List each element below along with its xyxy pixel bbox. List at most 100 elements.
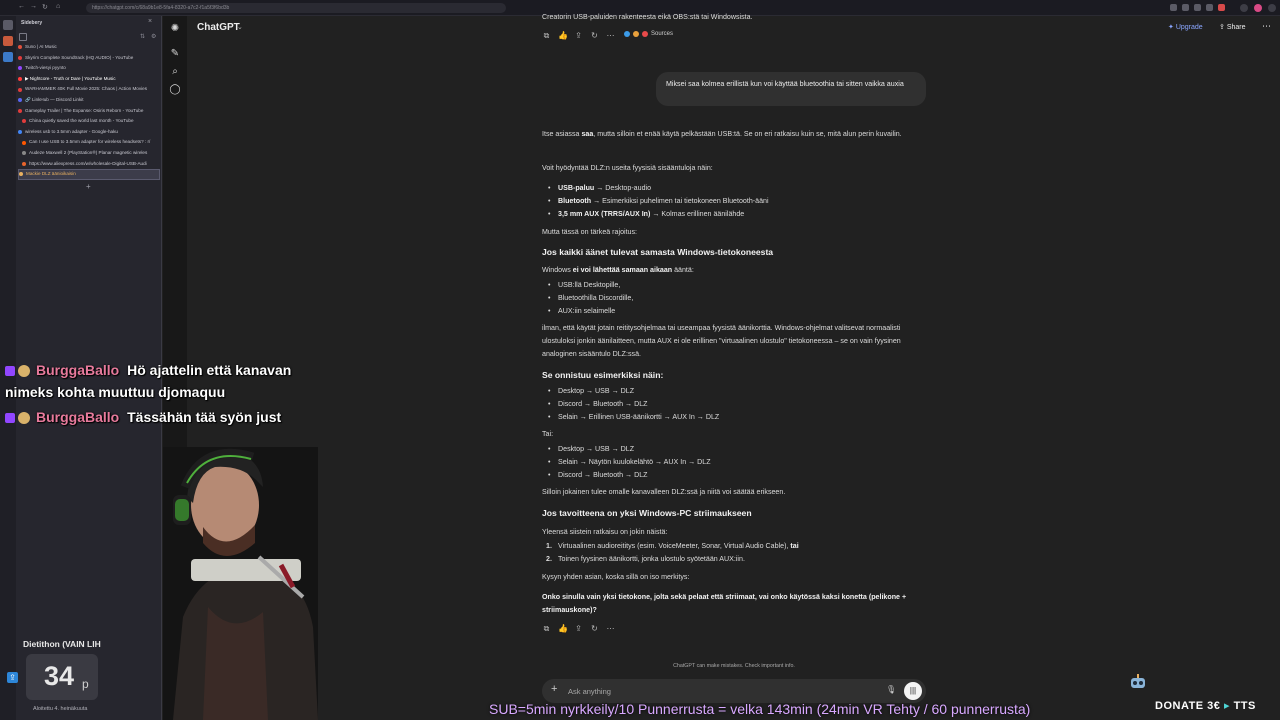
reload-icon[interactable]: ↻	[42, 3, 48, 11]
tab-favicon-icon	[22, 140, 26, 145]
close-icon[interactable]: ×	[148, 18, 152, 25]
tab-label: https://www.aliexpress.com/w/wholesale-D…	[29, 160, 147, 166]
share-badge-icon[interactable]: ⇪	[7, 672, 18, 683]
sidebar-tab[interactable]: wireless usb to 3.5mm adapter - Google-h…	[18, 127, 160, 138]
ask-lead: Kysyn yhden asian, koska sillä on iso me…	[542, 573, 690, 581]
panel-icon[interactable]	[3, 20, 13, 30]
tab-label: China quietly saved the world last month…	[29, 118, 134, 124]
source-favicon-icon	[633, 31, 639, 37]
previous-answer-tail: Creatorin USB-paluiden rakenteesta eikä …	[542, 13, 753, 21]
share-label: Share	[1226, 24, 1246, 31]
library-icon[interactable]: ◯	[169, 84, 181, 96]
sources-button[interactable]: Sources	[624, 31, 673, 37]
counter-unit: p	[82, 677, 89, 691]
sidebar-tab[interactable]: https://www.aliexpress.com/w/wholesale-D…	[18, 159, 160, 170]
tab-label: Mackie DLZ äänioikaisin	[26, 171, 76, 177]
sidebar-tab[interactable]: 🔗 LinkHub — Discord Linkit	[18, 95, 160, 106]
more-icon[interactable]: ⋯	[1262, 21, 1271, 32]
panel-icon[interactable]	[3, 52, 13, 62]
sidebar-tab[interactable]: ▶ Nightcore - Truth or Dare | YouTube Mu…	[18, 74, 160, 85]
sidebar-tab[interactable]: Twitch-viesyi pyynto	[18, 63, 160, 74]
sidebar-tab[interactable]: Audeze Maxwell 2 (PlayStation®) Planar m…	[18, 148, 160, 159]
section-heading: Se onnistuu esimerkiksi näin:	[542, 370, 664, 380]
list-item: USB-paluu → Desktop-audio	[548, 182, 651, 195]
tab-favicon-icon	[18, 98, 22, 103]
extension-icon[interactable]	[1182, 4, 1189, 11]
more-icon[interactable]: ⋯	[606, 624, 615, 634]
mic-icon[interactable]: 🎙	[886, 685, 896, 694]
sidebar-tab[interactable]: China quietly saved the world last month…	[18, 116, 160, 127]
tab-label: ▶ Nightcore - Truth or Dare | YouTube Mu…	[25, 75, 116, 81]
twitch-badge-icon	[5, 413, 15, 424]
list-item: Desktop → USB → DLZ	[548, 385, 634, 398]
attach-icon[interactable]: +	[551, 683, 557, 695]
message-actions: ⧉ 👍 ⇪ ↻ ⋯	[542, 624, 615, 634]
upgrade-button[interactable]: ✦ Upgrade	[1168, 23, 1203, 31]
copy-icon[interactable]: ⧉	[542, 31, 551, 41]
url-bar[interactable]: https://chatgpt.com/c/68a9b1e8-5fa4-8320…	[86, 3, 506, 13]
new-tab-icon[interactable]: +	[86, 182, 91, 191]
source-favicon-icon	[624, 31, 630, 37]
thumbs-icon[interactable]: 👍	[558, 31, 568, 41]
list-item: Selain → Näytön kuulokelähtö → AUX In → …	[548, 456, 711, 469]
twitch-badge-icon	[5, 366, 15, 377]
ordered-list-item: 1. Virtuaalinen audioreititys (esim. Voic…	[546, 542, 799, 550]
answer-intro: Itse asiassa saa, mutta silloin et enää …	[542, 130, 902, 138]
share-icon[interactable]: ⇪	[574, 624, 583, 634]
extension-icon[interactable]	[1218, 4, 1225, 11]
list-item: Bluetoothilla Discordille,	[548, 292, 633, 305]
share-icon[interactable]: ⇪	[574, 31, 583, 41]
chat-username: BurggaBallo	[36, 362, 120, 378]
section-heading: Jos tavoitteena on yksi Windows-PC strii…	[542, 508, 752, 518]
sidebar-tab[interactable]: Mackie DLZ äänioikaisin	[18, 169, 160, 180]
sort-icon[interactable]: ⇅	[140, 33, 145, 40]
copy-icon[interactable]: ⧉	[542, 624, 551, 634]
extension-icon[interactable]	[1170, 4, 1177, 11]
sidebar-tab[interactable]: Gameplay Trailer | The Expanse: Osiris R…	[18, 106, 160, 117]
home-icon[interactable]: ⌂	[56, 3, 60, 10]
source-favicon-icon	[642, 31, 648, 37]
tab-favicon-icon	[18, 87, 22, 92]
panel-icon[interactable]	[3, 36, 13, 46]
close-window-icon[interactable]	[1268, 4, 1276, 12]
extension-icon[interactable]	[1194, 4, 1201, 11]
stream-ticker: SUB=5min nyrkkeily/10 Punnerrusta = velk…	[489, 701, 1031, 717]
back-icon[interactable]: ←	[18, 3, 25, 10]
sidebar-tab[interactable]: Suno | AI Music	[18, 42, 160, 53]
or-label: Tai:	[542, 430, 554, 438]
tab-favicon-icon	[19, 172, 23, 177]
tab-favicon-icon	[22, 161, 26, 166]
windows-line: Windows ei voi lähettää samaan aikaan ää…	[542, 266, 694, 274]
sidebar-tab[interactable]: WARHAMMER 40K Full Movie 2025: Chaos | A…	[18, 84, 160, 95]
model-selector[interactable]: ChatGPT	[197, 22, 240, 33]
extension-icon[interactable]	[1206, 4, 1213, 11]
chat-username: BurggaBallo	[36, 409, 120, 425]
forward-icon[interactable]: →	[30, 3, 37, 10]
maximize-icon[interactable]	[1254, 4, 1262, 12]
voice-mode-button[interactable]: |||	[904, 682, 922, 700]
tab-label: Audeze Maxwell 2 (PlayStation®) Planar m…	[29, 149, 148, 155]
more-icon[interactable]: ⋯	[606, 31, 615, 41]
sidebar-tab[interactable]: Can I use USB to 3.5mm adapter for wirel…	[18, 137, 160, 148]
prompt-input[interactable]	[568, 684, 868, 698]
tab-favicon-icon	[18, 45, 22, 50]
minimize-icon[interactable]	[1240, 4, 1248, 12]
tab-favicon-icon	[18, 55, 22, 60]
settings-icon[interactable]: ⚙	[151, 33, 156, 40]
tab-label: WARHAMMER 40K Full Movie 2025: Chaos | A…	[25, 86, 148, 92]
share-button[interactable]: ⇪ Share	[1219, 23, 1246, 31]
regenerate-icon[interactable]: ↻	[590, 624, 599, 634]
chatgpt-logo-icon[interactable]: ✺	[169, 23, 181, 35]
ordered-list-item: 2. Toinen fyysinen äänikortti, jonka ulos…	[546, 555, 745, 563]
sidebar-tab[interactable]: Skyrim Complete Soundtrack (HQ AUDIO) - …	[18, 53, 160, 64]
chevron-down-icon[interactable]: ⌄	[237, 23, 243, 31]
new-chat-icon[interactable]: ✎	[169, 48, 181, 60]
regenerate-icon[interactable]: ↻	[590, 31, 599, 41]
thumbs-icon[interactable]: 👍	[558, 624, 568, 634]
search-icon[interactable]: ⌕	[169, 66, 181, 78]
robot-icon	[1131, 674, 1145, 688]
tab-favicon-icon	[22, 151, 26, 156]
panel-tab-icon[interactable]	[19, 33, 27, 41]
streamer-image	[163, 447, 318, 720]
arrow-icon: ▸	[1223, 700, 1231, 712]
